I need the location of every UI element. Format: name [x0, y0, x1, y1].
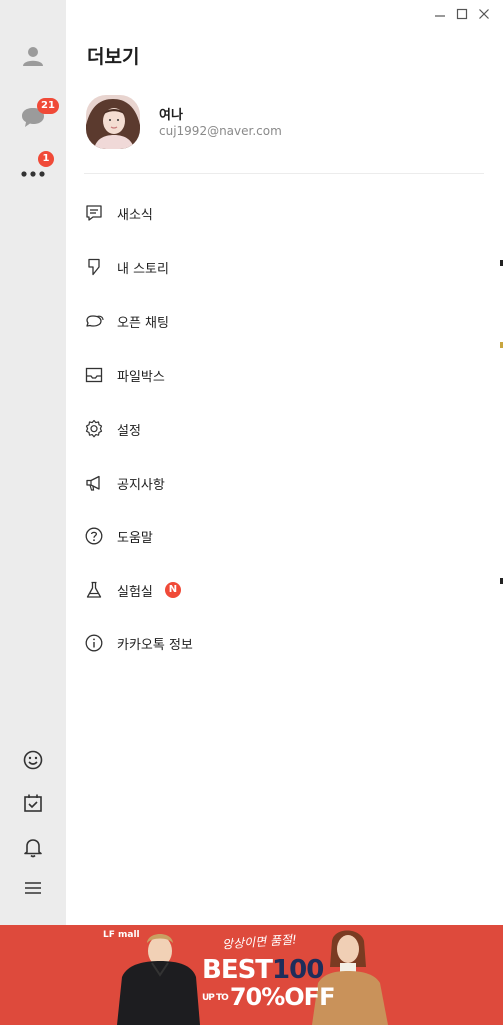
menu-item-kakaotalk-info[interactable]: 카카오톡 정보	[82, 625, 482, 661]
menu-item-label: 새소식	[117, 207, 153, 223]
sidebar-item-friends[interactable]	[16, 39, 50, 73]
news-icon	[82, 201, 106, 225]
sidebar-item-menu[interactable]	[16, 871, 50, 905]
sidebar: 21 1	[0, 0, 66, 925]
menu-item-label: 카카오톡 정보	[117, 637, 193, 653]
close-icon	[479, 9, 489, 19]
open-chat-icon	[82, 309, 106, 333]
banner-tagline: 앙상이면 품절!	[221, 932, 298, 952]
bell-icon	[24, 839, 42, 858]
banner-best-number: 100	[272, 955, 324, 985]
sidebar-item-more[interactable]: 1	[16, 151, 54, 187]
info-icon	[82, 631, 106, 655]
story-icon	[82, 255, 106, 279]
profile-photo	[86, 95, 140, 149]
menu-item-news[interactable]: 새소식	[82, 195, 482, 231]
megaphone-icon	[82, 471, 106, 495]
menu-item-notice[interactable]: 공지사항	[82, 465, 482, 501]
banner-headline: BEST100	[202, 955, 324, 985]
menu-item-settings[interactable]: 설정	[82, 411, 482, 447]
new-badge: N	[164, 582, 181, 598]
menu-item-label: 오픈 채팅	[117, 315, 169, 331]
person-icon	[23, 47, 43, 66]
calendar-check-icon	[24, 794, 42, 812]
sidebar-item-calendar[interactable]	[16, 786, 50, 820]
banner-best-text: BEST	[202, 955, 273, 985]
menu-item-filebox[interactable]: 파일박스	[82, 357, 482, 393]
menu-item-label: 도움말	[117, 530, 153, 546]
close-button[interactable]	[476, 6, 492, 22]
banner-off-text: 70%OFF	[229, 983, 336, 1011]
banner-logo: LF mall	[103, 930, 140, 940]
menu-item-label: 파일박스	[117, 369, 165, 385]
banner-upto: UP TO	[202, 993, 229, 1003]
flask-icon	[82, 578, 106, 602]
inbox-icon	[82, 363, 106, 387]
maximize-icon	[456, 8, 468, 20]
menu-item-label: 공지사항	[117, 477, 165, 493]
profile-email: cuj1992@naver.com	[159, 124, 282, 138]
avatar[interactable]	[86, 95, 140, 149]
more-badge: 1	[38, 151, 54, 167]
menu-item-open-chat[interactable]: 오픈 채팅	[82, 303, 482, 339]
menu-item-help[interactable]: 도움말	[82, 518, 482, 554]
smiley-icon	[23, 750, 43, 770]
help-icon	[82, 524, 106, 548]
ad-banner[interactable]: LF mall 앙상이면 품절! BEST100 UP TO70%OFF	[0, 925, 503, 1025]
maximize-button[interactable]	[454, 6, 470, 22]
banner-model-left	[117, 934, 200, 1025]
menu-item-lab[interactable]: 실험실 N	[82, 572, 482, 608]
sidebar-item-chats[interactable]: 21	[16, 98, 59, 134]
menu-item-label: 내 스토리	[117, 261, 169, 277]
banner-discount: UP TO70%OFF	[202, 983, 336, 1011]
divider	[84, 173, 484, 174]
minimize-button[interactable]	[432, 6, 448, 22]
hamburger-icon	[25, 882, 41, 894]
gear-icon	[82, 417, 106, 441]
minimize-icon	[435, 15, 445, 17]
profile-name[interactable]: 여나	[159, 104, 183, 123]
sidebar-item-emoticon[interactable]	[16, 743, 50, 777]
page-title: 더보기	[87, 46, 140, 68]
more-panel: 더보기 여나 cuj1992@naver.com 새소식 내 스토리 오픈 채팅…	[66, 0, 503, 925]
chats-badge: 21	[37, 98, 59, 114]
sidebar-item-notifications[interactable]	[16, 830, 50, 864]
menu-item-my-story[interactable]: 내 스토리	[82, 249, 482, 285]
menu-item-label: 설정	[117, 423, 141, 439]
menu-item-label: 실험실	[117, 584, 153, 600]
